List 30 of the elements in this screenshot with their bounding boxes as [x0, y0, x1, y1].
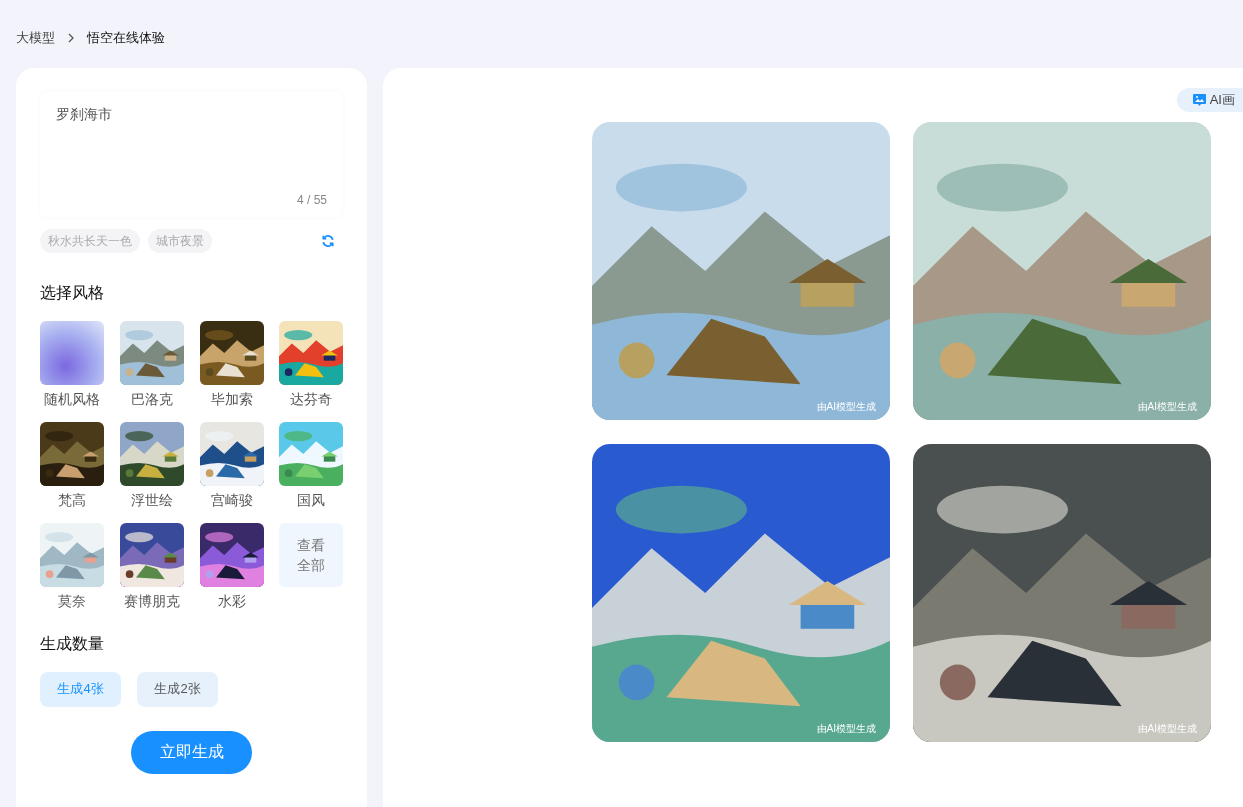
breadcrumb-item[interactable]: 大模型	[16, 28, 55, 48]
character-counter: 4 / 55	[296, 191, 327, 209]
album-label: AI画	[1209, 90, 1235, 109]
style-label: 宫崎骏	[210, 490, 253, 510]
count-option[interactable]: 生成2张	[137, 671, 218, 707]
image-caption: 由AI模型生成	[1137, 399, 1197, 414]
gradient-swatch[interactable]	[40, 320, 104, 385]
section-title: 生成数量	[40, 633, 104, 654]
count-option[interactable]: 生成4张	[40, 671, 121, 707]
style-label: 巴洛克	[130, 389, 173, 409]
chevron-right-icon	[67, 32, 75, 43]
style-label: 赛博朋克	[123, 591, 180, 611]
style-label: 水彩	[217, 591, 246, 611]
image-caption: 由AI模型生成	[816, 721, 876, 736]
view-all-button[interactable]: 查看全部	[279, 522, 344, 587]
style-label: 莫奈	[58, 591, 86, 611]
generate-button[interactable]: 立即生成	[131, 730, 252, 774]
style-label: 浮世绘	[130, 490, 173, 510]
style-label: 随机风格	[44, 389, 100, 409]
breadcrumb-item: 悟空在线体验	[87, 29, 165, 47]
album-button[interactable]: AI画	[1176, 87, 1243, 112]
image-caption: 由AI模型生成	[816, 399, 876, 414]
style-label: 梵高	[58, 490, 86, 510]
style-label: 毕加索	[210, 389, 253, 409]
style-label: 国风	[297, 490, 326, 510]
image-icon	[1192, 93, 1206, 106]
refresh-icon[interactable]	[321, 233, 335, 248]
prompt-text: 罗刹海市	[56, 104, 112, 124]
section-title: 选择风格	[40, 282, 104, 303]
style-label: 达芬奇	[290, 389, 333, 409]
